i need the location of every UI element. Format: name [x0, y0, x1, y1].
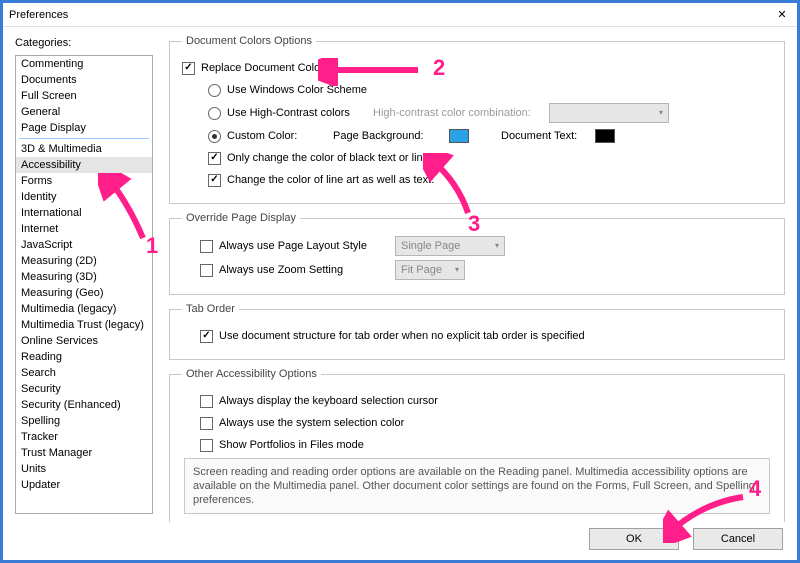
- sidebar-item-multimedia-legacy-[interactable]: Multimedia (legacy): [16, 301, 152, 317]
- sidebar-item-identity[interactable]: Identity: [16, 189, 152, 205]
- sidebar-item-spelling[interactable]: Spelling: [16, 413, 152, 429]
- window-title: Preferences: [9, 9, 68, 21]
- preferences-window: Preferences ✕ Categories: CommentingDocu…: [0, 0, 800, 563]
- only-black-label: Only change the color of black text or l…: [227, 149, 448, 167]
- group-legend: Override Page Display: [182, 212, 300, 224]
- hc-combo-label: High-contrast color combination:: [373, 104, 543, 122]
- chevron-down-icon: ▾: [495, 237, 499, 255]
- custom-color-radio[interactable]: [208, 130, 221, 143]
- layout-label: Always use Page Layout Style: [219, 237, 389, 255]
- windows-scheme-label: Use Windows Color Scheme: [227, 81, 367, 99]
- doc-text-label: Document Text:: [501, 127, 577, 145]
- other-accessibility-group: Other Accessibility Options Always displ…: [169, 368, 785, 522]
- sidebar-item-general[interactable]: General: [16, 104, 152, 120]
- sidebar-item-units[interactable]: Units: [16, 461, 152, 477]
- sidebar-item-documents[interactable]: Documents: [16, 72, 152, 88]
- doc-text-swatch[interactable]: [595, 129, 615, 143]
- cancel-button[interactable]: Cancel: [693, 528, 783, 550]
- group-legend: Other Accessibility Options: [182, 368, 321, 380]
- kb-cursor-checkbox[interactable]: [200, 395, 213, 408]
- sidebar-item-page-display[interactable]: Page Display: [16, 120, 152, 136]
- tab-order-checkbox[interactable]: [200, 330, 213, 343]
- document-colors-group: Document Colors Options Replace Document…: [169, 35, 785, 204]
- sidebar-item-security-enhanced-[interactable]: Security (Enhanced): [16, 397, 152, 413]
- only-black-checkbox[interactable]: [208, 152, 221, 165]
- high-contrast-radio[interactable]: [208, 107, 221, 120]
- sidebar-item-online-services[interactable]: Online Services: [16, 333, 152, 349]
- replace-colors-label: Replace Document Colors: [201, 59, 329, 77]
- high-contrast-label: Use High-Contrast colors: [227, 104, 367, 122]
- sidebar-item-commenting[interactable]: Commenting: [16, 56, 152, 72]
- category-separator: [19, 138, 149, 139]
- layout-checkbox[interactable]: [200, 240, 213, 253]
- portfolios-checkbox[interactable]: [200, 439, 213, 452]
- replace-colors-checkbox[interactable]: [182, 62, 195, 75]
- page-bg-swatch[interactable]: [449, 129, 469, 143]
- sidebar-item-security[interactable]: Security: [16, 381, 152, 397]
- sidebar-item-forms[interactable]: Forms: [16, 173, 152, 189]
- group-legend: Tab Order: [182, 303, 239, 315]
- chevron-down-icon: ▾: [455, 261, 459, 279]
- sidebar-item-updater[interactable]: Updater: [16, 477, 152, 493]
- sidebar-item-measuring-geo-[interactable]: Measuring (Geo): [16, 285, 152, 301]
- sidebar-item-3d-multimedia[interactable]: 3D & Multimedia: [16, 141, 152, 157]
- zoom-checkbox[interactable]: [200, 264, 213, 277]
- sidebar-item-international[interactable]: International: [16, 205, 152, 221]
- sidebar-item-measuring-2d-[interactable]: Measuring (2D): [16, 253, 152, 269]
- page-bg-label: Page Background:: [333, 127, 443, 145]
- sidebar-item-full-screen[interactable]: Full Screen: [16, 88, 152, 104]
- custom-color-label: Custom Color:: [227, 127, 327, 145]
- sidebar: Categories: CommentingDocumentsFull Scre…: [15, 33, 153, 514]
- sys-sel-checkbox[interactable]: [200, 417, 213, 430]
- group-legend: Document Colors Options: [182, 35, 316, 47]
- body: Categories: CommentingDocumentsFull Scre…: [3, 27, 797, 522]
- layout-combo: Single Page▾: [395, 236, 505, 256]
- tab-order-group: Tab Order Use document structure for tab…: [169, 303, 785, 360]
- windows-scheme-radio[interactable]: [208, 84, 221, 97]
- kb-cursor-label: Always display the keyboard selection cu…: [219, 392, 438, 410]
- zoom-combo: Fit Page▾: [395, 260, 465, 280]
- sidebar-item-internet[interactable]: Internet: [16, 221, 152, 237]
- sidebar-item-trust-manager[interactable]: Trust Manager: [16, 445, 152, 461]
- sidebar-item-accessibility[interactable]: Accessibility: [16, 157, 152, 173]
- sidebar-item-tracker[interactable]: Tracker: [16, 429, 152, 445]
- sidebar-item-measuring-3d-[interactable]: Measuring (3D): [16, 269, 152, 285]
- line-art-checkbox[interactable]: [208, 174, 221, 187]
- zoom-label: Always use Zoom Setting: [219, 261, 389, 279]
- sidebar-item-javascript[interactable]: JavaScript: [16, 237, 152, 253]
- settings-pane: Document Colors Options Replace Document…: [169, 33, 785, 514]
- categories-label: Categories:: [15, 37, 153, 49]
- sidebar-item-search[interactable]: Search: [16, 365, 152, 381]
- sys-sel-label: Always use the system selection color: [219, 414, 404, 432]
- info-text: Screen reading and reading order options…: [184, 458, 770, 514]
- categories-list[interactable]: CommentingDocumentsFull ScreenGeneralPag…: [15, 55, 153, 514]
- sidebar-item-multimedia-trust-legacy-[interactable]: Multimedia Trust (legacy): [16, 317, 152, 333]
- chevron-down-icon: ▾: [659, 104, 663, 122]
- ok-button[interactable]: OK: [589, 528, 679, 550]
- override-display-group: Override Page Display Always use Page La…: [169, 212, 785, 295]
- portfolios-label: Show Portfolios in Files mode: [219, 436, 364, 454]
- hc-combo: ▾: [549, 103, 669, 123]
- button-row: OK Cancel: [3, 522, 797, 560]
- close-icon[interactable]: ✕: [773, 8, 791, 21]
- sidebar-item-reading[interactable]: Reading: [16, 349, 152, 365]
- titlebar: Preferences ✕: [3, 3, 797, 27]
- line-art-label: Change the color of line art as well as …: [227, 171, 434, 189]
- tab-order-label: Use document structure for tab order whe…: [219, 327, 585, 345]
